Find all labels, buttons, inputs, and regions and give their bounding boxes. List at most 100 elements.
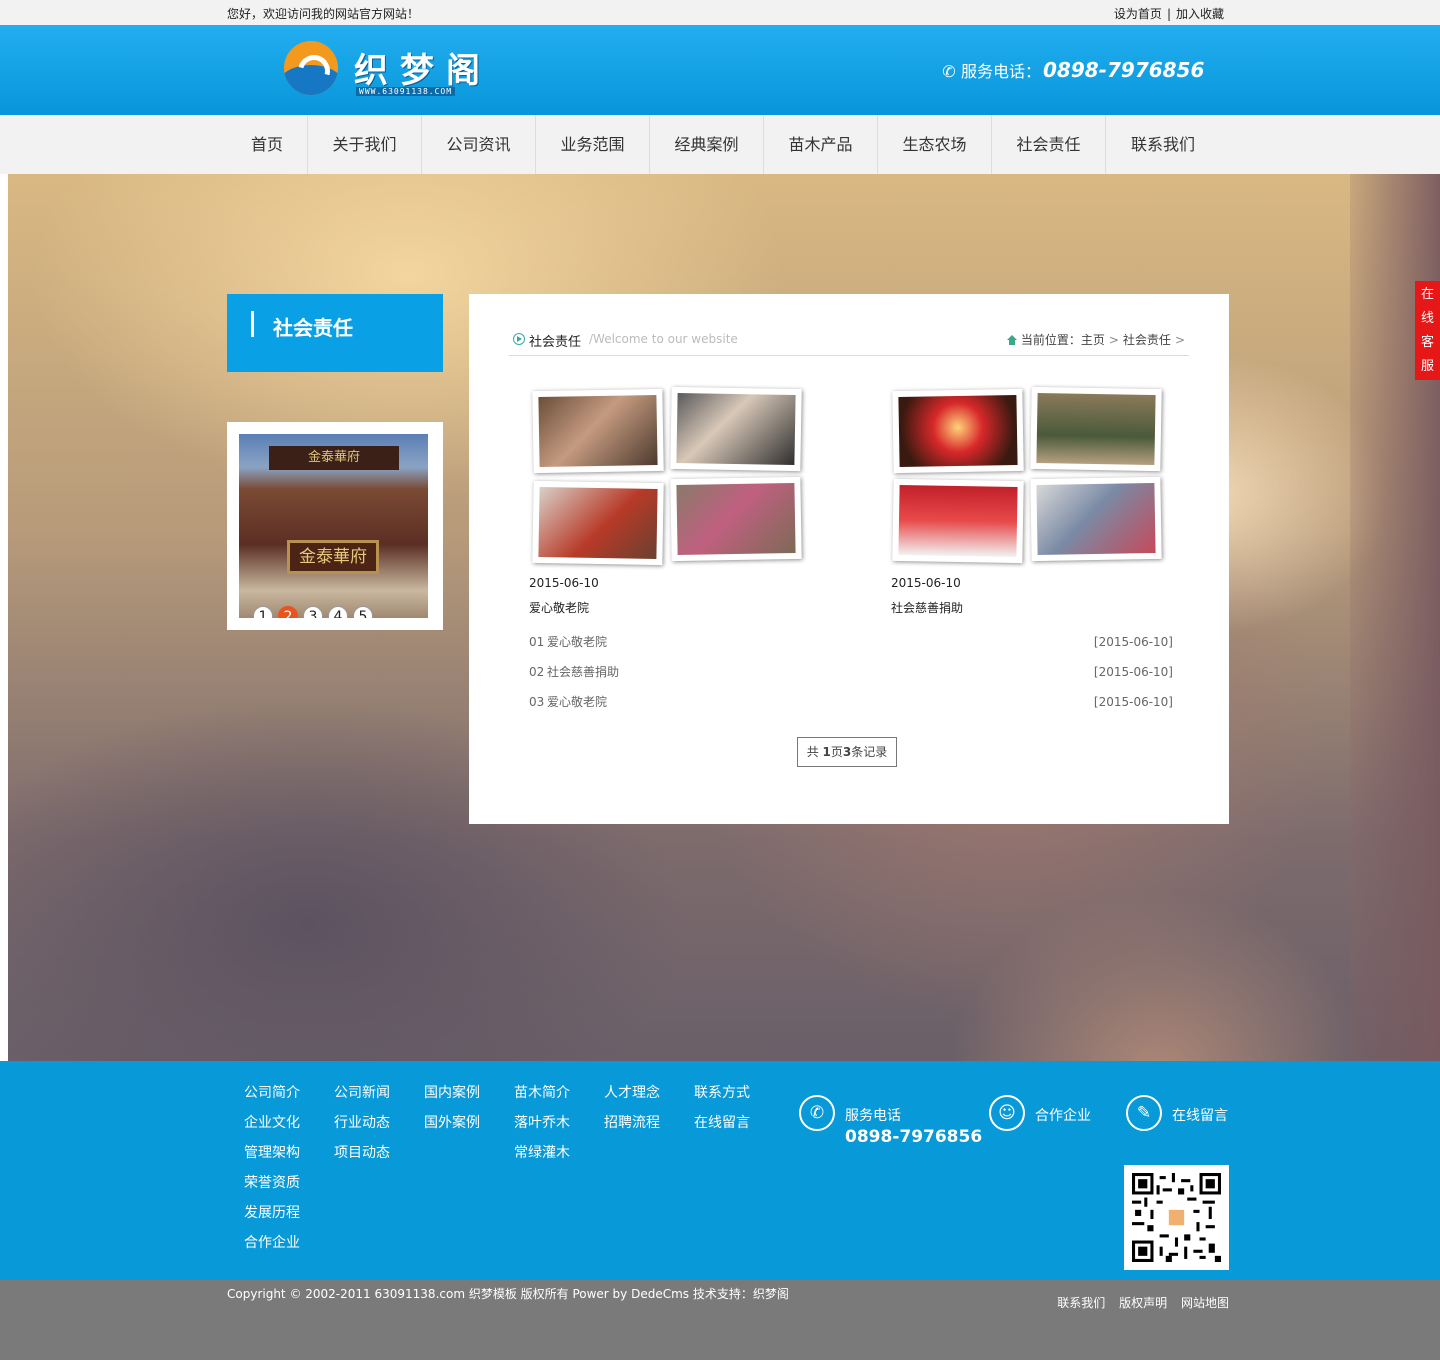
list-index: 01 (529, 635, 545, 649)
footer-column-news: 公司新闻 行业动态 项目动态 (334, 1083, 390, 1173)
footer-column-about: 公司简介 企业文化 管理架构 荣誉资质 发展历程 合作企业 (244, 1083, 300, 1263)
bottom-links: 联系我们 版权声明 网站地图 (1047, 1294, 1229, 1311)
slide-dot-4[interactable]: 4 (328, 606, 348, 618)
content-title: 社会责任 (529, 335, 582, 350)
nav-item-farm[interactable]: 生态农场 (878, 115, 992, 174)
header-hotline: ✆ 服务电话： 0898-7976856 (941, 58, 1204, 82)
footer-link[interactable]: 落叶乔木 (514, 1113, 570, 1143)
copyright-text: Copyright © 2002-2011 63091138.com 织梦模板 … (227, 1287, 789, 1301)
slide-dot-2[interactable]: 2 (278, 606, 298, 618)
qr-code-icon (1132, 1173, 1221, 1262)
sidebar-title-box: 社会责任 (227, 294, 443, 372)
footer-link[interactable]: 项目动态 (334, 1143, 390, 1173)
list-item[interactable]: 01 爱心敬老院 [2015-06-10] (529, 632, 1173, 662)
footer-link[interactable]: 联系方式 (694, 1083, 750, 1113)
pager-suffix: 条记录 (851, 745, 888, 759)
card-photo (670, 386, 802, 472)
online-service-char: 服 (1420, 359, 1434, 374)
logo-text: 织梦阁 (354, 51, 492, 91)
footer-link[interactable]: 合作企业 (244, 1233, 300, 1263)
list-title[interactable]: 爱心敬老院 (547, 695, 607, 709)
footer-link[interactable]: 国外案例 (424, 1113, 480, 1143)
card-date: 2015-06-10 (529, 576, 599, 590)
footer-link[interactable]: 人才理念 (604, 1083, 660, 1113)
pager-mid: 页 (830, 745, 843, 759)
slide-dot-1[interactable]: 1 (253, 606, 273, 618)
footer-link[interactable]: 在线留言 (694, 1113, 750, 1143)
footer-link[interactable]: 荣誉资质 (244, 1173, 300, 1203)
top-links-separator: | (1166, 7, 1171, 21)
site-header: 织梦阁 WWW.63091138.COM ✆ 服务电话： 0898-7976856 (0, 25, 1440, 115)
phone-icon: ✆ (799, 1095, 835, 1131)
list-item[interactable]: 02 社会慈善捐助 [2015-06-10] (529, 662, 1173, 692)
article-list: 01 爱心敬老院 [2015-06-10] 02 社会慈善捐助 [2015-06-10]… (529, 632, 1173, 722)
footer-link[interactable]: 国内案例 (424, 1083, 480, 1113)
nav-item-contact[interactable]: 联系我们 (1106, 115, 1220, 174)
site-logo[interactable]: 织梦阁 WWW.63091138.COM (284, 41, 514, 101)
footer-column-contact: 联系方式 在线留言 (694, 1083, 750, 1143)
article-card[interactable]: 2015-06-10 社会慈善捐助 (891, 386, 1171, 615)
slide-dot-5[interactable]: 5 (353, 606, 373, 618)
sidebar-title: 社会责任 (273, 316, 353, 340)
breadcrumb-current[interactable]: 社会责任 (1123, 333, 1171, 347)
add-favorite-link[interactable]: 加入收藏 (1176, 7, 1224, 21)
list-title[interactable]: 爱心敬老院 (547, 635, 607, 649)
welcome-text: 您好，欢迎访问我的网站官方网站！ (227, 7, 420, 21)
card-title[interactable]: 爱心敬老院 (529, 599, 589, 616)
slideshow-image[interactable]: 金泰華府 金泰華府 1 2 3 4 5 (239, 434, 428, 618)
nav-item-home[interactable]: 首页 (227, 115, 308, 174)
article-card[interactable]: 2015-06-10 爱心敬老院 (529, 386, 809, 615)
list-date: [2015-06-10] (1093, 665, 1173, 679)
online-service-char: 在 (1420, 287, 1434, 302)
nav-item-news[interactable]: 公司资讯 (422, 115, 536, 174)
bottom-link-sitemap[interactable]: 网站地图 (1181, 1296, 1229, 1310)
footer-link[interactable]: 常绿灌木 (514, 1143, 570, 1173)
footer-link[interactable]: 公司简介 (244, 1083, 300, 1113)
home-icon (1006, 335, 1017, 345)
content-header: 社会责任 /Welcome to our website 当前位置：主页 > 社会责… (509, 330, 1189, 356)
footer-link[interactable]: 企业文化 (244, 1113, 300, 1143)
online-service-button[interactable]: 在 线 客 服 (1415, 281, 1440, 380)
set-home-link[interactable]: 设为首页 (1114, 7, 1162, 21)
logo-subtext: WWW.63091138.COM (356, 87, 456, 96)
top-links: 设为首页 | 加入收藏 (1114, 5, 1224, 22)
footer-link[interactable]: 招聘流程 (604, 1113, 660, 1143)
footer-link[interactable]: 管理架构 (244, 1143, 300, 1173)
list-date: [2015-06-10] (1093, 695, 1173, 709)
footer-link[interactable]: 苗木简介 (514, 1083, 570, 1113)
list-title[interactable]: 社会慈善捐助 (547, 665, 619, 679)
card-photo-collage[interactable] (529, 386, 809, 566)
footer-link[interactable]: 行业动态 (334, 1113, 390, 1143)
card-photo (670, 476, 802, 562)
main-nav: 首页 关于我们 公司资讯 业务范围 经典案例 苗木产品 生态农场 社会责任 联系… (0, 115, 1440, 174)
card-photo-collage[interactable] (891, 386, 1171, 566)
site-footer: 公司简介 企业文化 管理架构 荣誉资质 发展历程 合作企业 公司新闻 行业动态 … (0, 1061, 1440, 1280)
footer-partners-label: 合作企业 (1035, 1108, 1091, 1124)
slideshow-dots: 1 2 3 4 5 (253, 606, 373, 618)
list-item[interactable]: 03 爱心敬老院 [2015-06-10] (529, 692, 1173, 722)
footer-phone-label: 服务电话 (845, 1108, 901, 1124)
breadcrumb-home[interactable]: 主页 (1081, 333, 1105, 347)
nav-item-social[interactable]: 社会责任 (992, 115, 1106, 174)
pager-pages: 1 (822, 745, 831, 759)
card-photo (1030, 476, 1162, 562)
footer-link[interactable]: 发展历程 (244, 1203, 300, 1233)
nav-item-cases[interactable]: 经典案例 (650, 115, 764, 174)
card-photo (532, 480, 664, 566)
card-photo (892, 478, 1024, 564)
card-title[interactable]: 社会慈善捐助 (891, 599, 963, 616)
footer-link[interactable]: 公司新闻 (334, 1083, 390, 1113)
slide-dot-3[interactable]: 3 (303, 606, 323, 618)
bottom-link-copyright[interactable]: 版权声明 (1119, 1296, 1167, 1310)
online-service-char: 客 (1420, 335, 1434, 350)
bottom-link-contact[interactable]: 联系我们 (1057, 1296, 1105, 1310)
nav-item-about[interactable]: 关于我们 (308, 115, 422, 174)
qr-code (1124, 1165, 1229, 1270)
footer-phone-number: 0898-7976856 (845, 1127, 983, 1147)
content-panel: 社会责任 /Welcome to our website 当前位置：主页 > 社会责… (469, 294, 1229, 824)
card-photo (532, 388, 664, 474)
nav-item-business[interactable]: 业务范围 (536, 115, 650, 174)
user-icon: ☺ (989, 1095, 1025, 1131)
list-index: 03 (529, 695, 545, 709)
nav-item-seedlings[interactable]: 苗木产品 (764, 115, 878, 174)
